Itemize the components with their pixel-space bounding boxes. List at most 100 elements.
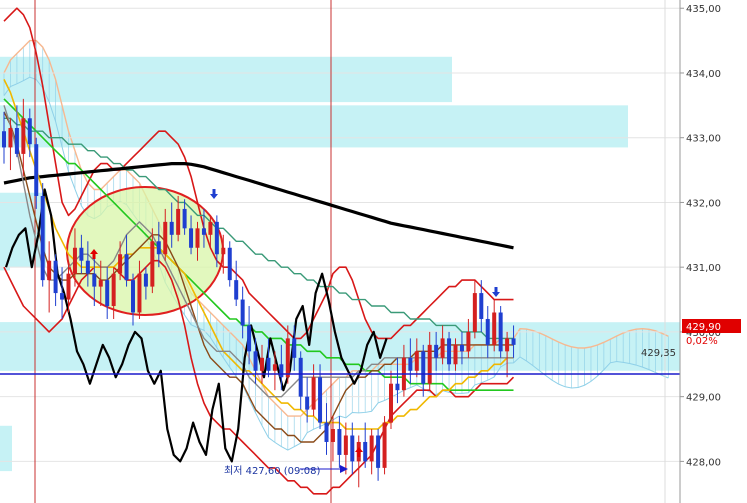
candle-body-40 (260, 357, 264, 371)
candle-body-69 (447, 338, 452, 365)
candle-body-73 (472, 293, 477, 332)
candle-body-5 (34, 144, 39, 196)
zone-1 (0, 105, 628, 148)
candle-body-25 (163, 221, 168, 255)
candle-body-49 (318, 377, 323, 423)
zone-4 (0, 425, 12, 472)
sell-marker-1 (492, 287, 500, 297)
candle-body-4 (27, 118, 32, 145)
candle-body-42 (272, 364, 277, 371)
candle-body-23 (150, 241, 155, 287)
candle-body-3 (21, 118, 26, 154)
chart-root: 435,00 434,00 433,00 432,00 431,00 430,00 429,… (0, 0, 747, 503)
candle-body-57 (369, 435, 374, 462)
candle-body-60 (389, 383, 393, 423)
candle-body-70 (453, 344, 458, 365)
candle-body-2 (14, 128, 19, 154)
candle-body-30 (195, 228, 200, 248)
candle-body-78 (505, 338, 510, 352)
highlight-ellipse (66, 186, 224, 316)
highlight-ellipse-shape (66, 186, 224, 316)
candle-body-65 (421, 351, 426, 384)
candle-body-0 (2, 131, 6, 148)
candle-body-59 (382, 422, 387, 468)
candle-body-54 (350, 435, 355, 462)
axis-tick-label-0: 435,00 (686, 4, 721, 15)
candle-body-1 (8, 128, 13, 148)
candle-body-47 (305, 396, 310, 410)
candle-body-12 (79, 247, 84, 261)
candle-body-16 (105, 280, 110, 307)
candle-body-19 (124, 254, 129, 281)
candle-body-50 (324, 422, 329, 442)
candle-body-43 (279, 364, 284, 378)
buy-marker-2 (355, 447, 363, 457)
candle-body-77 (498, 312, 503, 352)
candle-body-20 (131, 280, 135, 313)
candle-body-38 (247, 325, 252, 352)
candle-body-9 (60, 293, 65, 300)
current-price-label: 429,90 (686, 322, 721, 333)
candle-body-52 (337, 429, 342, 455)
candle-body-32 (208, 221, 213, 235)
candle-body-61 (395, 383, 400, 391)
candle-body-68 (440, 338, 445, 358)
candle-body-18 (118, 254, 123, 274)
candle-body-64 (414, 351, 419, 371)
candle-body-29 (189, 228, 194, 248)
reference-line-label: 429,35 (641, 348, 676, 359)
sell-marker-2 (210, 189, 218, 199)
candle-body-75 (485, 318, 490, 345)
candle-body-28 (182, 208, 187, 229)
candle-body-72 (466, 331, 471, 352)
chart-svg: 435,00434,00433,00432,00431,00430,00429,… (0, 0, 747, 503)
candle-body-21 (137, 273, 142, 313)
candle-body-17 (111, 273, 116, 307)
candle-body-46 (298, 357, 303, 397)
candle-body-15 (98, 280, 103, 287)
candle-body-63 (408, 357, 413, 371)
candle-body-10 (66, 273, 71, 300)
candle-body-76 (492, 312, 497, 345)
axis-tick-label-3: 432,00 (686, 198, 721, 209)
axis-tick-label-4: 431,00 (686, 263, 721, 274)
candle-body-48 (311, 377, 316, 410)
candle-body-7 (47, 260, 52, 281)
candle-body-14 (92, 273, 97, 287)
candle-body-6 (40, 195, 45, 281)
session-low-label: 최저 427,60 (09:08) (224, 465, 320, 477)
candle-body-27 (176, 208, 181, 235)
candle-body-41 (266, 357, 271, 371)
candle-body-34 (221, 247, 226, 255)
zone-0 (0, 56, 452, 103)
candle-body-67 (434, 344, 439, 358)
candle-body-22 (143, 273, 148, 287)
axis-tick-label-7: 428,00 (686, 457, 721, 468)
candle-body-8 (53, 260, 58, 294)
candle-body-37 (240, 299, 245, 326)
candles (2, 98, 516, 488)
candle-body-58 (376, 435, 381, 468)
low-pointer-arrow (340, 465, 348, 473)
candle-body-24 (156, 241, 161, 255)
candle-body-71 (459, 344, 464, 352)
price-axis: 435,00434,00433,00432,00431,00430,00429,… (679, 0, 747, 503)
candle-body-51 (330, 429, 335, 442)
candle-body-26 (169, 221, 174, 235)
axis-tick-label-2: 433,00 (686, 134, 721, 145)
candle-body-56 (363, 441, 368, 462)
candle-body-66 (427, 344, 432, 384)
candle-body-74 (479, 293, 484, 319)
candle-body-35 (227, 247, 232, 281)
candle-body-36 (234, 280, 239, 300)
candle-body-31 (201, 228, 206, 235)
axis-tick-label-6: 429,00 (686, 393, 721, 404)
candle-body-53 (343, 435, 348, 455)
candle-body-45 (292, 338, 297, 358)
candle-body-44 (285, 338, 290, 378)
axis-tick-label-1: 434,00 (686, 69, 721, 80)
change-percent-label: 0,02% (686, 336, 718, 347)
candle-body-39 (253, 351, 258, 371)
candle-body-13 (85, 260, 90, 274)
candle-body-11 (72, 247, 77, 274)
